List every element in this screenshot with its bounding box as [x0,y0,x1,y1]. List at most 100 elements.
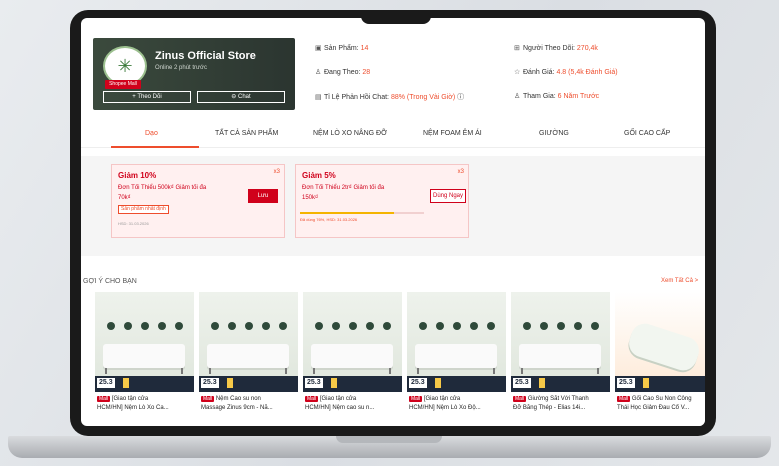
product-image[interactable]: 25.3 [407,292,506,392]
voucher-usage-text: Đã dùng 76%, HSD: 31.03.2026 [300,217,358,222]
product-title[interactable]: Mall [Giao tận cửa HCM/HN] Nệm cao su n..… [305,395,401,413]
mattress-image [311,344,393,368]
mall-badge: Mall [513,396,527,402]
product-card[interactable]: 25.3 Mall Gối Cao Su Non Công Thái Học Gi… [615,292,705,426]
laptop-groove [336,436,442,443]
tab-explore[interactable]: Dạo [145,130,158,137]
store-header-card: ✳ Shopee Mall Zinus Official Store Onlin… [93,38,295,110]
promo-date: 25.3 [409,378,427,388]
shopee-mall-badge: Shopee Mall [105,80,141,89]
save-voucher-button[interactable]: Lưu [248,189,278,203]
chat-label: Chat [238,94,251,100]
feature-icons [419,322,495,330]
product-image[interactable]: 25.3 [199,292,298,392]
star-icon: ☆ [514,69,521,76]
user-icon: ♙ [315,69,322,76]
feature-icons [315,322,391,330]
promo-tag [539,378,546,388]
stat-products: ▣ Sản Phẩm: 14 [315,45,369,52]
chat-bubble-icon: ▤ [315,94,322,101]
store-name: Zinus Official Store [155,50,256,62]
tab-all-products[interactable]: TẤT CẢ SẢN PHẨM [215,130,278,137]
promo-tag [331,378,338,388]
laptop-screen: ✳ Shopee Mall Zinus Official Store Onlin… [81,18,705,426]
promo-tag [123,378,130,388]
product-card[interactable]: 25.3 Mall Giường Sắt Với Thanh Đỡ Bằng Th… [511,292,610,426]
stat-following: ♙ Đang Theo: 28 [315,69,371,76]
product-image[interactable]: 25.3 [511,292,610,392]
shop-icon: ▣ [315,45,322,52]
see-all-link[interactable]: Xem Tất Cả > [661,278,698,284]
mall-badge: Mall [617,396,631,402]
stat-followers: ⊞ Người Theo Dõi: 270,4k [514,45,598,52]
person-icon: ♙ [514,93,521,100]
product-card[interactable]: 25.3 Mall [Giao tận cửa HCM/HN] Nệm Lò Xo… [407,292,506,426]
promo-tag [435,378,442,388]
voucher-quantity: x3 [273,169,280,175]
shop-tabs: Dạo TẤT CẢ SẢN PHẨM NỆM LÒ XO NÂNG ĐỠ NỆ… [81,126,705,148]
voucher-desc: Đơn Tối Thiểu 500k₫ Giảm tối đa 70k₫ [118,185,207,201]
mattress-image [415,344,497,368]
tab-foam-mattress[interactable]: NỆM FOAM ÊM ÁI [423,130,482,137]
voucher-card: Giảm 5% Đơn Tối Thiểu 2tr₫ Giảm tối đa 15… [295,164,469,238]
bed-legs [521,368,599,374]
stat-rating: ☆ Đánh Giá: 4.8 (5,4k Đánh Giá) [514,69,618,76]
voucher-title: Giảm 5% [302,171,336,180]
promo-date: 25.3 [305,378,323,388]
tab-pillows[interactable]: GỐI CAO CẤP [624,130,670,137]
product-title[interactable]: Mall Gối Cao Su Non Công Thái Học Giảm Đa… [617,395,705,413]
promo-date: 25.3 [201,378,219,388]
voucher-usage-bar [300,212,424,214]
feature-icons [211,322,287,330]
voucher-quantity: x3 [457,169,464,175]
product-card[interactable]: 25.3 Mall [Giao tận cửa HCM/HN] Nệm cao s… [303,292,402,426]
product-image[interactable]: 25.3 [95,292,194,392]
promo-date: 25.3 [513,378,531,388]
use-voucher-button[interactable]: Dùng Ngay [430,189,466,203]
store-online-status: Online 2 phút trước [155,65,207,71]
chat-button[interactable]: ⊖ Chat [197,91,285,103]
promo-date: 25.3 [97,378,115,388]
product-title[interactable]: Mall Giường Sắt Với Thanh Đỡ Bằng Thép - … [513,395,609,413]
promo-tag [643,378,650,388]
chat-icon: ⊖ [231,94,237,100]
product-title[interactable]: Mall Nệm Cao su non Massage Zinus 9cm - N… [201,395,297,413]
mall-badge: Mall [305,396,319,402]
voucher-expiry: HSD: 31.03.2026 [118,221,149,226]
tab-spring-mattress[interactable]: NỆM LÒ XO NÂNG ĐỠ [313,130,387,137]
product-image[interactable]: 25.3 [303,292,402,392]
camera-notch [361,10,431,24]
info-icon[interactable]: ⓘ [457,94,464,101]
bed-legs [209,368,287,374]
product-card[interactable]: 25.3 Mall Nệm Cao su non Massage Zinus 9c… [199,292,298,426]
voucher-tag: Sản phẩm nhất định [118,205,169,214]
voucher-card: Giảm 10% Đơn Tối Thiểu 500k₫ Giảm tối đa… [111,164,285,238]
feature-icons [107,322,183,330]
stat-joined: ♙ Tham Gia: 6 Năm Trước [514,93,600,100]
product-title[interactable]: Mall [Giao tận cửa HCM/HN] Nệm Lò Xo Độ..… [409,395,505,413]
product-image[interactable]: 25.3 [615,292,705,392]
mattress-image [519,344,601,368]
promo-date: 25.3 [617,378,635,388]
voucher-desc: Đơn Tối Thiểu 2tr₫ Giảm tối đa 150k₫ [302,185,385,201]
tab-beds[interactable]: GIƯỜNG [539,130,569,137]
followers-icon: ⊞ [514,45,520,52]
product-card[interactable]: 25.3 Mall [Giao tận cửa HCM/HN] Nệm Lò Xo… [95,292,194,426]
mall-badge: Mall [409,396,423,402]
active-tab-underline [111,146,199,148]
follow-button[interactable]: + Theo Dõi [103,91,191,103]
pillow-image [625,320,703,374]
mattress-image [103,344,185,368]
bed-legs [313,368,391,374]
section-title: GỢI Ý CHO BẠN [83,278,137,285]
mall-badge: Mall [201,396,215,402]
product-title[interactable]: Mall [Giao tận cửa HCM/HN] Nệm Lò Xo Ca..… [97,395,193,413]
feature-icons [523,322,599,330]
voucher-section: Giảm 10% Đơn Tối Thiểu 500k₫ Giảm tối đa… [81,156,705,256]
bed-legs [417,368,495,374]
bed-legs [105,368,183,374]
stat-chat-response: ▤ Tỉ Lệ Phản Hồi Chat: 88% (Trong Vài Giờ… [315,94,465,101]
mall-badge: Mall [97,396,111,402]
mattress-image [207,344,289,368]
promo-tag [227,378,234,388]
